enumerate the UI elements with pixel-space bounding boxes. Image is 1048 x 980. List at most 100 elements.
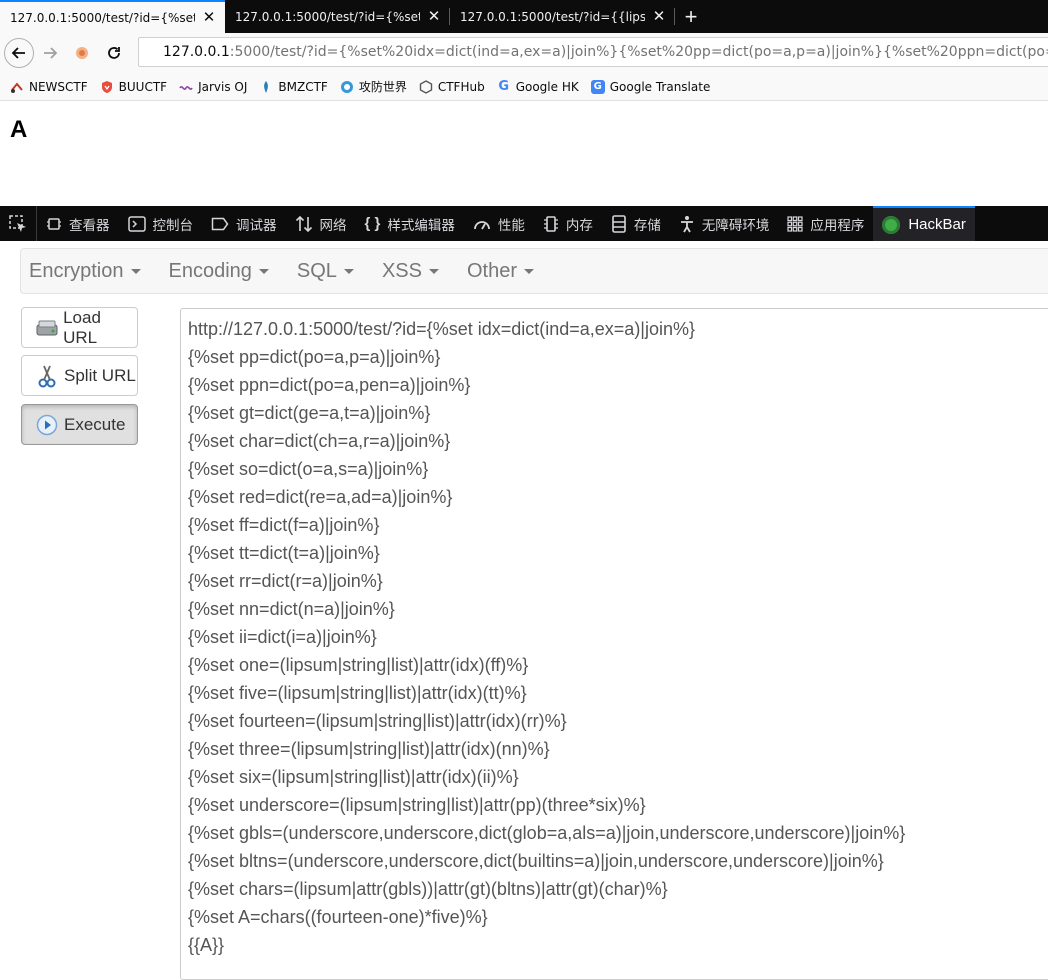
- tab-1[interactable]: 127.0.0.1:5000/test/?id={%set%2 ✕: [0, 0, 225, 33]
- textarea-line: {%set nn=dict(n=a)|join%}: [188, 599, 395, 619]
- caret-down-icon: [130, 268, 141, 274]
- menu-sql[interactable]: SQL: [288, 260, 363, 283]
- bookmark-google-hk[interactable]: G Google HK: [497, 79, 578, 94]
- tab-memory[interactable]: 内存: [534, 206, 602, 241]
- forward-arrow-icon: [44, 47, 58, 59]
- caret-down-icon: [428, 268, 439, 274]
- buuctf-icon: [100, 80, 114, 94]
- menu-encryption[interactable]: Encryption: [21, 260, 150, 283]
- textarea-line: {%set fourteen=(lipsum|string|list)|attr…: [188, 711, 567, 731]
- extension-button[interactable]: [66, 37, 98, 69]
- bookmark-google-translate[interactable]: G Google Translate: [590, 79, 710, 94]
- tab-strip: 127.0.0.1:5000/test/?id={%set%2 ✕ 127.0.…: [0, 0, 1048, 33]
- reload-icon: [108, 47, 120, 59]
- textarea-line: {%set ppn=dict(po=a,pen=a)|join%}: [188, 375, 471, 395]
- accessibility-icon: [680, 215, 693, 232]
- caret-down-icon: [524, 268, 534, 274]
- console-icon: [127, 215, 146, 232]
- url-path: :5000/test/?id={%set%20idx=dict(ind=a,ex…: [229, 44, 1048, 60]
- menu-xss[interactable]: XSS: [373, 260, 448, 283]
- tab-console[interactable]: 控制台: [119, 206, 203, 241]
- textarea-line: {%set three=(lipsum|string|list)|attr(id…: [188, 739, 550, 759]
- textarea-line: {%set char=dict(ch=a,r=a)|join%}: [188, 431, 451, 451]
- gongfang-icon: [340, 80, 354, 94]
- new-tab-button[interactable]: +: [675, 0, 707, 33]
- devtools-toolbar: 查看器 控制台 调试器 网络 { } 样式编辑器 性能 内存 存储 无障碍环境 …: [0, 206, 1048, 241]
- load-url-button[interactable]: Load URL: [21, 307, 138, 348]
- textarea-line: {%set one=(lipsum|string|list)|attr(idx)…: [188, 655, 529, 675]
- element-picker-button[interactable]: [0, 206, 37, 241]
- textarea-line: {%set rr=dict(r=a)|join%}: [188, 571, 383, 591]
- menu-other[interactable]: Other: [458, 260, 543, 283]
- navigation-bar: 127.0.0.1:5000/test/?id={%set%20idx=dict…: [0, 33, 1048, 73]
- bookmarks-toolbar: NEWSCTF BUUCTF Jarvis OJ BMZCTF 攻防世界 CTF…: [0, 73, 1048, 101]
- reload-button[interactable]: [98, 37, 130, 69]
- menu-encoding[interactable]: Encoding: [160, 260, 278, 283]
- execute-button[interactable]: Execute: [21, 404, 138, 445]
- forward-button[interactable]: [34, 37, 66, 69]
- plus-icon: +: [684, 3, 698, 29]
- bookmark-gongfang[interactable]: 攻防世界: [340, 78, 407, 95]
- bookmark-jarvis-oj[interactable]: Jarvis OJ: [179, 80, 247, 94]
- storage-icon: [612, 214, 626, 233]
- network-icon: [295, 215, 312, 232]
- url-host: 127.0.0.1: [163, 44, 230, 60]
- load-url-icon: [34, 315, 59, 341]
- tab-2[interactable]: 127.0.0.1:5000/test/?id={%set%2 ✕: [225, 0, 450, 33]
- tab-inspector[interactable]: 查看器: [37, 206, 119, 241]
- textarea-line: {%set gt=dict(ge=a,t=a)|join%}: [188, 403, 431, 423]
- scissors-icon: [34, 363, 60, 389]
- textarea-line: {%set chars=(lipsum|attr(gbls))|attr(gt)…: [188, 879, 668, 899]
- inspector-icon: [47, 217, 61, 230]
- hackbar-icon: [882, 215, 901, 234]
- textarea-line: {%set pp=dict(po=a,p=a)|join%}: [188, 347, 441, 367]
- tab-title: 127.0.0.1:5000/test/?id={%set%2: [10, 10, 195, 25]
- back-arrow-icon: [11, 47, 25, 59]
- textarea-line: {%set six=(lipsum|string|list)|attr(idx)…: [188, 767, 519, 787]
- tab-3[interactable]: 127.0.0.1:5000/test/?id={{lipsum ✕: [450, 0, 675, 33]
- close-icon[interactable]: ✕: [651, 8, 667, 25]
- close-icon[interactable]: ✕: [426, 8, 442, 25]
- bookmark-newsctf[interactable]: NEWSCTF: [10, 80, 88, 94]
- textarea-line: http://127.0.0.1:5000/test/?id={%set idx…: [188, 319, 696, 339]
- textarea-line: {%set five=(lipsum|string|list)|attr(idx…: [188, 683, 527, 703]
- close-icon[interactable]: ✕: [201, 9, 217, 26]
- textarea-line: {%set ff=dict(f=a)|join%}: [188, 515, 380, 535]
- tab-style-editor[interactable]: { } 样式编辑器: [356, 206, 464, 241]
- bookmark-ctfhub[interactable]: CTFHub: [419, 80, 485, 94]
- textarea-line: {%set tt=dict(t=a)|join%}: [188, 543, 380, 563]
- textarea-line: {%set red=dict(re=a,ad=a)|join%}: [188, 487, 453, 507]
- ctfhub-icon: [419, 79, 433, 94]
- back-button[interactable]: [4, 38, 34, 68]
- textarea-line: {{A}}: [188, 935, 225, 955]
- tab-application[interactable]: 应用程序: [778, 206, 873, 241]
- extension-icon: [76, 47, 88, 59]
- element-picker-icon: [9, 214, 26, 232]
- page-heading: A: [10, 116, 28, 143]
- bmzctf-icon: [259, 80, 273, 94]
- textarea-line: {%set ii=dict(i=a)|join%}: [188, 627, 377, 647]
- hackbar-panel: Encryption Encoding SQL XSS Other Load U…: [0, 241, 1048, 980]
- textarea-line: {%set A=chars((fourteen-one)*five)%}: [188, 907, 488, 927]
- textarea-line: {%set bltns=(underscore,underscore,dict(…: [188, 851, 884, 871]
- bookmark-bmzctf[interactable]: BMZCTF: [259, 80, 328, 94]
- textarea-line: {%set gbls=(underscore,underscore,dict(g…: [188, 823, 906, 843]
- tab-storage[interactable]: 存储: [602, 206, 670, 241]
- translate-icon: G: [590, 79, 605, 94]
- memory-icon: [543, 215, 558, 232]
- tab-accessibility[interactable]: 无障碍环境: [670, 206, 779, 241]
- performance-icon: [473, 220, 490, 229]
- caret-down-icon: [258, 268, 269, 274]
- split-url-button[interactable]: Split URL: [21, 355, 138, 396]
- tab-debugger[interactable]: 调试器: [202, 206, 286, 241]
- tab-network[interactable]: 网络: [286, 206, 356, 241]
- tab-performance[interactable]: 性能: [464, 206, 534, 241]
- jarvis-icon: [179, 80, 193, 94]
- url-bar[interactable]: 127.0.0.1:5000/test/?id={%set%20idx=dict…: [138, 37, 1048, 67]
- hackbar-menu: Encryption Encoding SQL XSS Other: [20, 248, 1048, 294]
- bookmark-buuctf[interactable]: BUUCTF: [100, 80, 167, 94]
- url-textarea[interactable]: http://127.0.0.1:5000/test/?id={%set idx…: [180, 308, 1048, 980]
- tab-hackbar[interactable]: HackBar: [873, 206, 975, 241]
- tab-title: 127.0.0.1:5000/test/?id={{lipsum: [460, 9, 645, 24]
- style-editor-icon: { }: [364, 215, 381, 232]
